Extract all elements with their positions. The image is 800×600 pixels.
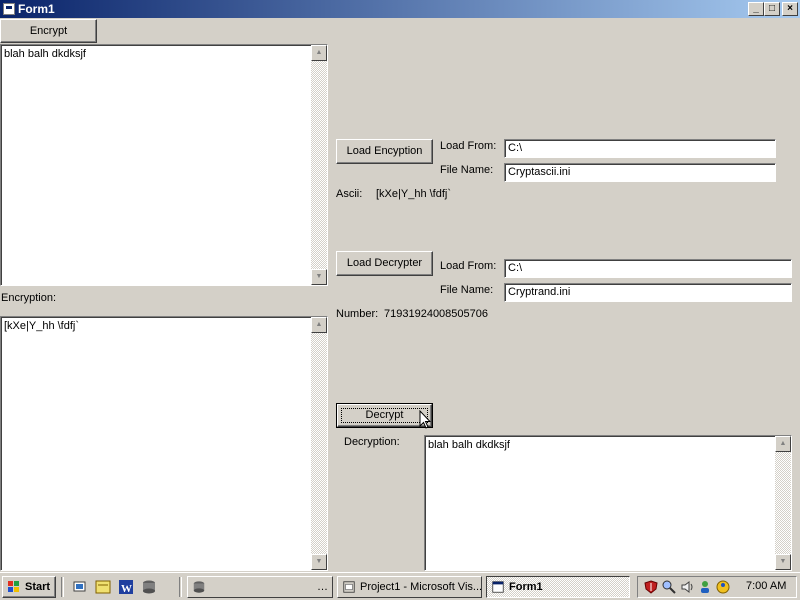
window-title: Form1 [18,2,55,16]
decrypter-file-name-input[interactable]: Cryptrand.ini [504,283,792,302]
encryption-text: [kXe|Y_hh \fdfj` [4,320,80,332]
messenger-icon[interactable] [716,580,730,594]
network-users-icon[interactable] [698,580,712,594]
number-label: Number: [336,308,379,320]
file-name-label: File Name: [440,164,494,176]
load-encryption-button[interactable]: Load Encyption [336,139,433,164]
encryption-file-name-value: Cryptascii.ini [508,166,571,178]
task-button-form1[interactable]: Form1 [486,576,630,598]
scroll-up-icon[interactable]: ▲ [311,317,327,333]
decrypt-button[interactable]: Decrypt [336,403,433,428]
decryption-text: blah balh dkdksjf [428,439,510,451]
load-from-label: Load From: [440,140,497,152]
scroll-down-icon[interactable]: ▼ [311,554,327,570]
number-value: 71931924008505706 [384,308,489,320]
decrypter-load-from-value: C:\ [508,262,523,274]
file-name-label: File Name: [440,284,494,296]
close-button[interactable]: × [782,2,798,16]
taskbar-separator [61,577,64,597]
database-icon [193,581,205,593]
encryption-scrollbar[interactable]: ▲ ▼ [311,317,327,570]
decryption-scrollbar[interactable]: ▲ ▼ [775,436,791,570]
calendar-icon[interactable] [95,579,111,595]
desktop-icon[interactable] [72,579,88,595]
decrypter-load-from-input[interactable]: C:\ [504,259,792,278]
minimize-button[interactable]: _ [748,2,764,16]
task-button-database[interactable]: … [187,576,333,598]
decryption-label: Decryption: [344,436,400,448]
task-label: Project1 - Microsoft Vis... [360,581,482,593]
load-from-label: Load From: [440,260,497,272]
encryption-file-name-input[interactable]: Cryptascii.ini [504,163,776,182]
windows-logo-icon [8,581,19,592]
shield-icon[interactable] [644,580,658,594]
task-button-project1[interactable]: Project1 - Microsoft Vis... [337,576,482,598]
decryption-textbox[interactable]: blah balh dkdksjf ▲ ▼ [424,435,792,571]
system-tray: 7:00 AM [637,576,797,598]
task-label: Form1 [509,581,543,593]
database-icon[interactable] [141,579,157,595]
encryption-textbox[interactable]: [kXe|Y_hh \fdfj` ▲ ▼ [0,316,328,571]
title-bar[interactable] [0,0,800,18]
mouse-cursor-icon [419,410,431,429]
vb-project-icon [343,581,355,593]
clock[interactable]: 7:00 AM [746,580,786,592]
decrypter-file-name-value: Cryptrand.ini [508,286,571,298]
start-button[interactable]: Start [2,576,56,598]
ascii-value: [kXe|Y_hh \fdfj` [376,188,452,200]
encryption-load-from-value: C:\ [508,142,523,154]
input-scrollbar[interactable]: ▲ ▼ [311,45,327,285]
word-icon[interactable]: W [118,579,134,595]
scroll-down-icon[interactable]: ▼ [311,269,327,285]
magnifier-icon[interactable] [662,580,676,594]
ascii-label: Ascii: [336,188,363,200]
load-decrypter-button[interactable]: Load Decrypter [336,251,433,276]
svg-text:W: W [121,583,132,595]
taskbar-separator [179,577,182,597]
input-text: blah balh dkdksjf [4,48,86,60]
start-label: Start [25,581,51,593]
encrypt-button[interactable]: Encrypt [0,19,97,43]
scroll-down-icon[interactable]: ▼ [775,554,791,570]
scroll-up-icon[interactable]: ▲ [311,45,327,61]
input-textbox[interactable]: blah balh dkdksjf ▲ ▼ [0,44,328,286]
form-icon [492,581,504,593]
restore-button[interactable]: □ [764,2,780,16]
app-icon[interactable] [3,3,15,15]
encryption-load-from-input[interactable]: C:\ [504,139,776,158]
ellipsis-text: … [317,581,328,593]
encryption-label: Encryption: [1,292,57,304]
scroll-up-icon[interactable]: ▲ [775,436,791,452]
speaker-icon[interactable] [680,580,694,594]
